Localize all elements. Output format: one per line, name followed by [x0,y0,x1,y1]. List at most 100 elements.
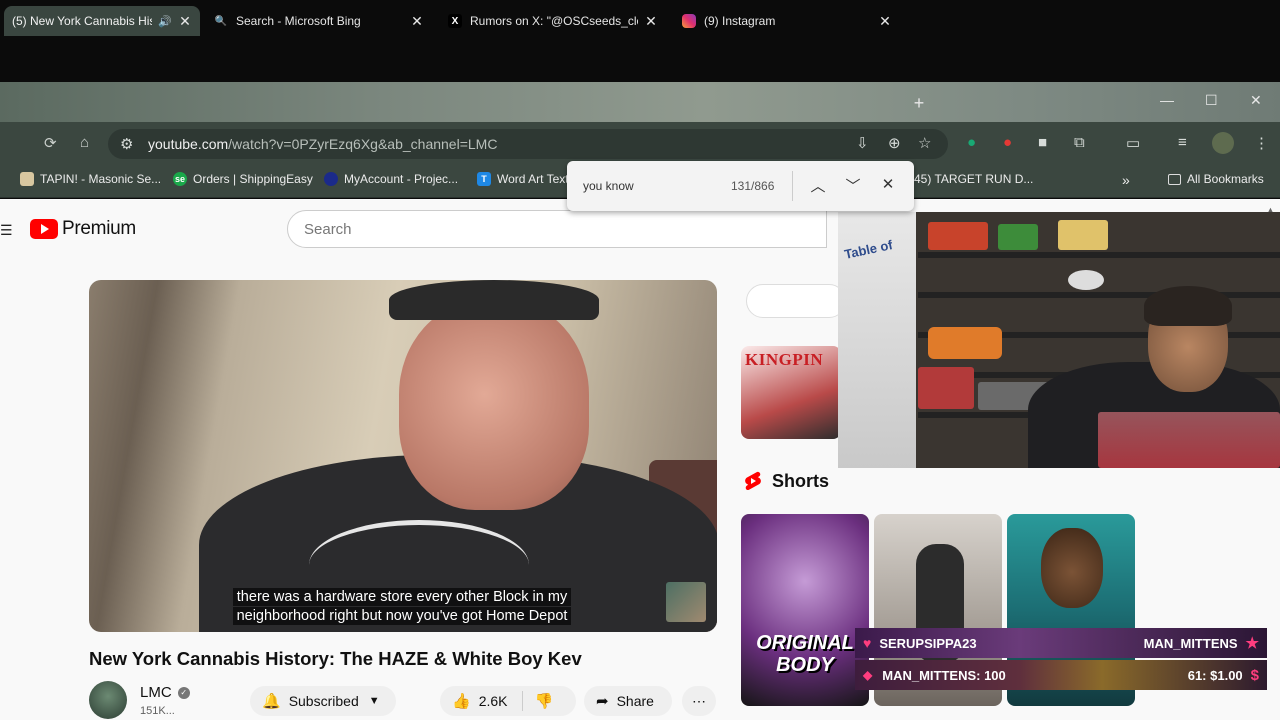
streamer-hair [1144,286,1232,326]
verified-check-icon: ✓ [177,686,190,699]
bookmark-target-run[interactable]: 45) TARGET RUN D... [914,172,1033,186]
like-dislike-group: 👍 2.6K 👎 [440,686,576,716]
bookmark-label: Word Art Text [497,172,569,186]
star-icon: ★ [1245,635,1259,652]
diamond-icon: ◆ [863,668,873,682]
instagram-icon [682,14,696,28]
site-settings-icon[interactable]: ⚙ [120,135,133,153]
zoom-icon[interactable]: ⊕ [888,134,901,152]
tab-title: (9) Instagram [704,14,776,28]
menu-kebab-icon[interactable]: ⋮ [1254,134,1269,152]
channel-avatar[interactable] [89,681,127,719]
word-art-icon: T [477,172,491,186]
share-button[interactable]: ➦ Share [584,686,672,716]
bookmark-myaccount[interactable]: MyAccount - Projec... [324,172,458,186]
more-actions-button[interactable]: ⋯ [682,686,716,716]
all-bookmarks[interactable]: All Bookmarks [1168,172,1264,186]
short-thumbnail-1[interactable]: ORIGINAL BODY [741,514,869,706]
profile-avatar[interactable] [1212,132,1234,154]
video-caption: there was a hardware store every other B… [219,588,585,626]
shorts-heading: Shorts [772,471,830,491]
bookmark-tapin[interactable]: TAPIN! - Masonic Se... [20,172,161,186]
url-text[interactable]: youtube.com/watch?v=0PZyrEzq6Xg&ab_chann… [148,136,497,152]
alert-left-text: SERUPSIPPA23 [879,635,977,651]
tab-bing[interactable]: 🔍 Search - Microsoft Bing ✕ [206,6,432,36]
thumbnail-text: KINGPIN [745,350,824,369]
webcam-overlay: Table of [838,212,1280,468]
subscribed-button[interactable]: 🔔 Subscribed ▼ [250,686,396,716]
close-tab-icon[interactable]: ✕ [878,13,892,30]
collectible [1058,220,1108,250]
find-query-input[interactable]: you know [583,179,634,193]
hamburger-menu-icon[interactable]: ☰ [0,222,13,239]
reload-icon[interactable]: ⟳ [44,134,57,152]
new-tab-icon[interactable]: + [908,92,930,114]
dislike-thumb-icon[interactable]: 👎 [535,692,554,710]
share-label: Share [616,693,654,709]
more-horizontal-icon: ⋯ [692,692,706,709]
alert-left-text: MAN_MITTENS: 100 [882,667,1006,683]
find-next-icon[interactable]: ﹀ [844,175,862,196]
reading-list-icon[interactable]: ≡ [1178,134,1187,151]
install-app-icon[interactable]: ⇩ [856,134,869,152]
bookmark-shippingeasy[interactable]: se Orders | ShippingEasy [173,172,313,186]
donation-alert: ◆ MAN_MITTENS: 100 61: $1.00 $ [855,660,1267,690]
extension-gray-icon[interactable]: ■ [1038,134,1047,151]
extensions-puzzle-icon[interactable]: ⧉ [1074,134,1085,151]
divider [792,171,793,201]
youtube-search-box[interactable] [287,210,827,248]
bookmark-favicon [324,172,338,186]
close-tab-icon[interactable]: ✕ [178,13,192,30]
video-frame-cap [389,280,599,320]
webcam-poster: Table of [838,212,916,468]
minimize-icon[interactable]: — [1160,92,1174,108]
collectible [928,327,1002,359]
search-input[interactable] [288,211,826,247]
maximize-icon[interactable]: ☐ [1205,92,1218,109]
share-arrow-icon: ➦ [596,693,609,710]
find-close-icon[interactable]: ✕ [879,175,897,193]
recommended-thumbnail[interactable]: KINGPIN [741,346,841,439]
home-icon[interactable]: ⌂ [80,134,89,151]
caption-line-2: neighborhood right but now you've got Ho… [232,607,572,625]
like-thumb-icon[interactable]: 👍 [452,692,471,710]
tab-instagram[interactable]: (9) Instagram ✕ [674,6,900,36]
bookmarks-overflow-icon[interactable]: » [1122,172,1130,188]
bookmark-star-icon[interactable]: ☆ [918,134,931,152]
heart-icon: ♥ [863,635,872,651]
tab-title: Search - Microsoft Bing [236,14,361,28]
tab-strip [0,82,1280,122]
caption-line-1: there was a hardware store every other B… [232,588,572,606]
channel-name[interactable]: LMC ✓ [140,684,190,701]
chevron-down-icon: ▼ [368,695,380,707]
find-match-count: 131/866 [731,179,775,193]
collectible [998,224,1038,250]
speaker-icon[interactable]: 🔊 [158,15,172,28]
x-logo-icon: X [448,14,462,28]
grammarly-extension-icon[interactable]: ● [967,134,976,151]
tab-x[interactable]: X Rumors on X: "@OSCseeds_clo ✕ [440,6,666,36]
poster-text: Table of [842,237,894,262]
chip-bar[interactable] [746,284,846,318]
collectible [918,367,974,409]
close-window-icon[interactable]: ✕ [1250,92,1262,109]
tab-youtube[interactable]: (5) New York Cannabis His 🔊 ✕ [4,6,200,36]
youtube-play-icon [30,219,58,239]
bookmark-word-art[interactable]: T Word Art Text [477,172,569,186]
like-count[interactable]: 2.6K [479,693,508,709]
side-panel-icon[interactable]: ▭ [1126,134,1140,152]
stream-alerts: ♥ SERUPSIPPA23 MAN_MITTENS ★ ◆ MAN_MITTE… [855,628,1267,690]
tab-title: (5) New York Cannabis His [12,14,153,28]
video-player[interactable]: there was a hardware store every other B… [89,280,717,632]
close-tab-icon[interactable]: ✕ [410,13,424,30]
close-tab-icon[interactable]: ✕ [644,13,658,30]
find-in-page-bar: you know 131/866 ︿ ﹀ ✕ [567,161,914,211]
youtube-premium-logo[interactable]: Premium [30,218,136,240]
collectible [928,222,988,250]
extension-red-icon[interactable]: ● [1003,134,1012,151]
find-previous-icon[interactable]: ︿ [809,175,827,196]
folder-icon [1168,173,1181,185]
shorts-icon [744,471,762,491]
bookmark-label: Orders | ShippingEasy [193,172,313,186]
logo-text: Premium [62,218,136,239]
